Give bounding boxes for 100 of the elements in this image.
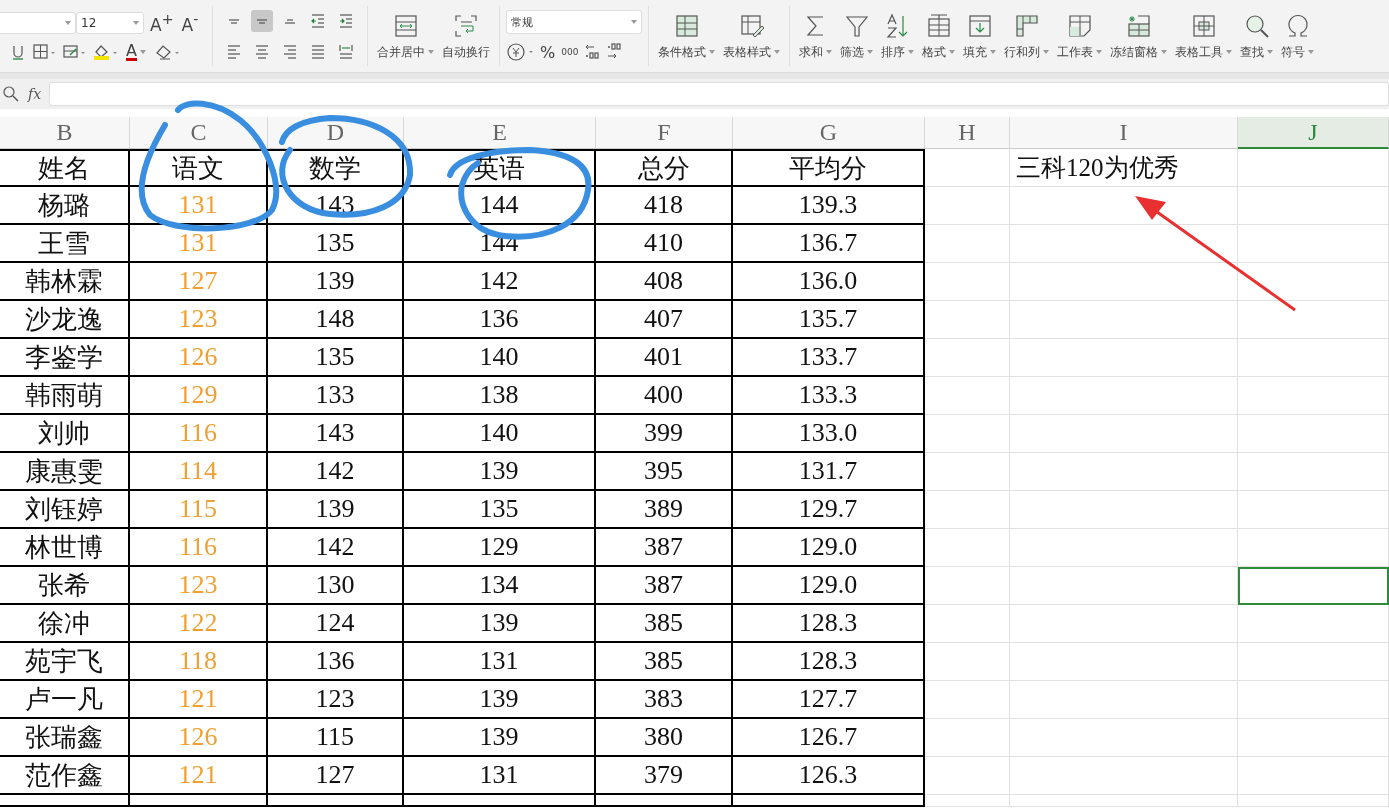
empty-cell[interactable] bbox=[1238, 453, 1389, 491]
shrink-font-button[interactable]: A$^{-}$ bbox=[179, 11, 201, 35]
table-cell: 徐冲 bbox=[0, 605, 130, 643]
align-right-icon[interactable] bbox=[281, 42, 299, 60]
table-cell: 123 bbox=[268, 681, 404, 719]
thousands-separator-button[interactable]: 000 bbox=[559, 47, 581, 57]
toolbar-button[interactable]: 查找 bbox=[1237, 6, 1276, 66]
rows-columns-icon bbox=[1013, 12, 1040, 39]
toolbar-button[interactable]: 合并居中 bbox=[374, 6, 437, 66]
column-header[interactable]: B bbox=[0, 117, 130, 149]
column-header[interactable]: J bbox=[1238, 117, 1389, 149]
empty-cell[interactable] bbox=[1238, 491, 1389, 529]
table-cell: 389 bbox=[596, 491, 733, 529]
toolbar-button[interactable]: 行和列 bbox=[1001, 6, 1052, 66]
table-cell: 115 bbox=[130, 491, 268, 529]
table-cell: 139 bbox=[404, 719, 596, 757]
table-cell: 387 bbox=[596, 567, 733, 605]
table-cell: 144 bbox=[404, 187, 596, 225]
empty-cell[interactable] bbox=[1238, 681, 1389, 719]
borders-icon bbox=[32, 42, 56, 61]
selected-cell[interactable] bbox=[1238, 567, 1389, 605]
table-cell: 380 bbox=[596, 719, 733, 757]
font-color-button[interactable]: A bbox=[124, 42, 148, 61]
table-cell: 136 bbox=[404, 301, 596, 339]
font-name-field[interactable] bbox=[0, 12, 76, 34]
search-icon bbox=[1243, 12, 1270, 39]
table-cell: 400 bbox=[596, 377, 733, 415]
empty-cell[interactable] bbox=[1238, 719, 1389, 757]
toolbar-button[interactable]: 符号 bbox=[1278, 6, 1317, 66]
caret-icon bbox=[139, 49, 146, 54]
column-header[interactable]: H bbox=[925, 117, 1010, 149]
toolbar-button[interactable]: 冻结窗格 bbox=[1107, 6, 1170, 66]
table-cell: 沙龙逸 bbox=[0, 301, 130, 339]
empty-cell[interactable] bbox=[1238, 187, 1389, 225]
column-header[interactable]: G bbox=[733, 117, 925, 149]
align-left-icon[interactable] bbox=[225, 42, 243, 60]
empty-cell[interactable] bbox=[1238, 263, 1389, 301]
number-format-field[interactable]: 常规 bbox=[506, 10, 642, 34]
table-cell: 114 bbox=[130, 453, 268, 491]
toolbar-button[interactable]: 筛选 bbox=[837, 6, 876, 66]
empty-cell[interactable] bbox=[1238, 529, 1389, 567]
table-cell: 刘帅 bbox=[0, 415, 130, 453]
empty-cell[interactable] bbox=[1238, 377, 1389, 415]
table-cell: 133.3 bbox=[733, 377, 925, 415]
table-cell: 127 bbox=[268, 757, 404, 795]
table-cell: 407 bbox=[596, 301, 733, 339]
table-cell: 139 bbox=[404, 453, 596, 491]
table-cell: 129 bbox=[404, 529, 596, 567]
caret-icon bbox=[631, 20, 637, 24]
toolbar-button[interactable]: 条件格式 bbox=[655, 6, 718, 66]
freeze-panes-icon bbox=[1125, 12, 1152, 39]
toolbar-button[interactable]: 排序 bbox=[878, 6, 917, 66]
table-cell: 卢一凡 bbox=[0, 681, 130, 719]
table-cell: 131 bbox=[404, 643, 596, 681]
table-cell: 418 bbox=[596, 187, 733, 225]
toolbar-button[interactable]: 自动换行 bbox=[439, 6, 493, 66]
header-cell: 语文 bbox=[130, 149, 268, 187]
empty-cell[interactable] bbox=[1238, 301, 1389, 339]
table-cell: 401 bbox=[596, 339, 733, 377]
table-cell: 韩雨萌 bbox=[0, 377, 130, 415]
table-cell: 385 bbox=[596, 605, 733, 643]
table-cell: 王雪 bbox=[0, 225, 130, 263]
table-cell: 韩林霖 bbox=[0, 263, 130, 301]
empty-cell[interactable] bbox=[1238, 605, 1389, 643]
toolbar-button[interactable]: 表格工具 bbox=[1172, 6, 1235, 66]
toolbar-button[interactable]: 表格样式 bbox=[720, 6, 783, 66]
empty-cell[interactable] bbox=[1238, 339, 1389, 377]
distribute-icon[interactable] bbox=[337, 42, 355, 60]
table-cell: 127 bbox=[130, 263, 268, 301]
toolbar-button[interactable]: 格式 bbox=[919, 6, 958, 66]
formula-input-field[interactable] bbox=[49, 82, 1389, 106]
toolbar-button[interactable]: 工作表 bbox=[1054, 6, 1105, 66]
toolbar-button[interactable]: 求和 bbox=[796, 6, 835, 66]
cell-style-icon bbox=[62, 42, 86, 61]
font-size-field[interactable]: 12 bbox=[76, 12, 144, 34]
table-cell: 131 bbox=[130, 187, 268, 225]
empty-cell[interactable] bbox=[1238, 643, 1389, 681]
empty-cell[interactable] bbox=[1238, 415, 1389, 453]
justify-icon[interactable] bbox=[309, 42, 327, 60]
align-middle-button[interactable] bbox=[251, 10, 273, 32]
table-cell: 张瑞鑫 bbox=[0, 719, 130, 757]
grow-font-button[interactable]: A$^{+}$ bbox=[148, 11, 176, 35]
empty-cell[interactable] bbox=[1238, 225, 1389, 263]
column-header[interactable]: E bbox=[404, 117, 596, 149]
table-cell: 127.7 bbox=[733, 681, 925, 719]
toolbar-button[interactable]: 填充 bbox=[960, 6, 999, 66]
empty-cell[interactable] bbox=[1238, 757, 1389, 795]
column-header[interactable]: F bbox=[596, 117, 733, 149]
table-cell: 123 bbox=[130, 301, 268, 339]
table-cell: 126 bbox=[130, 719, 268, 757]
percent-button[interactable]: % bbox=[538, 42, 558, 62]
column-header[interactable]: I bbox=[1010, 117, 1238, 149]
function-label[interactable]: fx bbox=[28, 86, 42, 102]
column-header[interactable]: C bbox=[130, 117, 268, 149]
worksheet-icon bbox=[1066, 12, 1093, 39]
decrease-indent-icon bbox=[311, 14, 325, 28]
table-cell: 385 bbox=[596, 643, 733, 681]
table-cell: 123 bbox=[130, 567, 268, 605]
align-center-icon[interactable] bbox=[253, 42, 271, 60]
increase-indent-icon bbox=[339, 14, 353, 28]
